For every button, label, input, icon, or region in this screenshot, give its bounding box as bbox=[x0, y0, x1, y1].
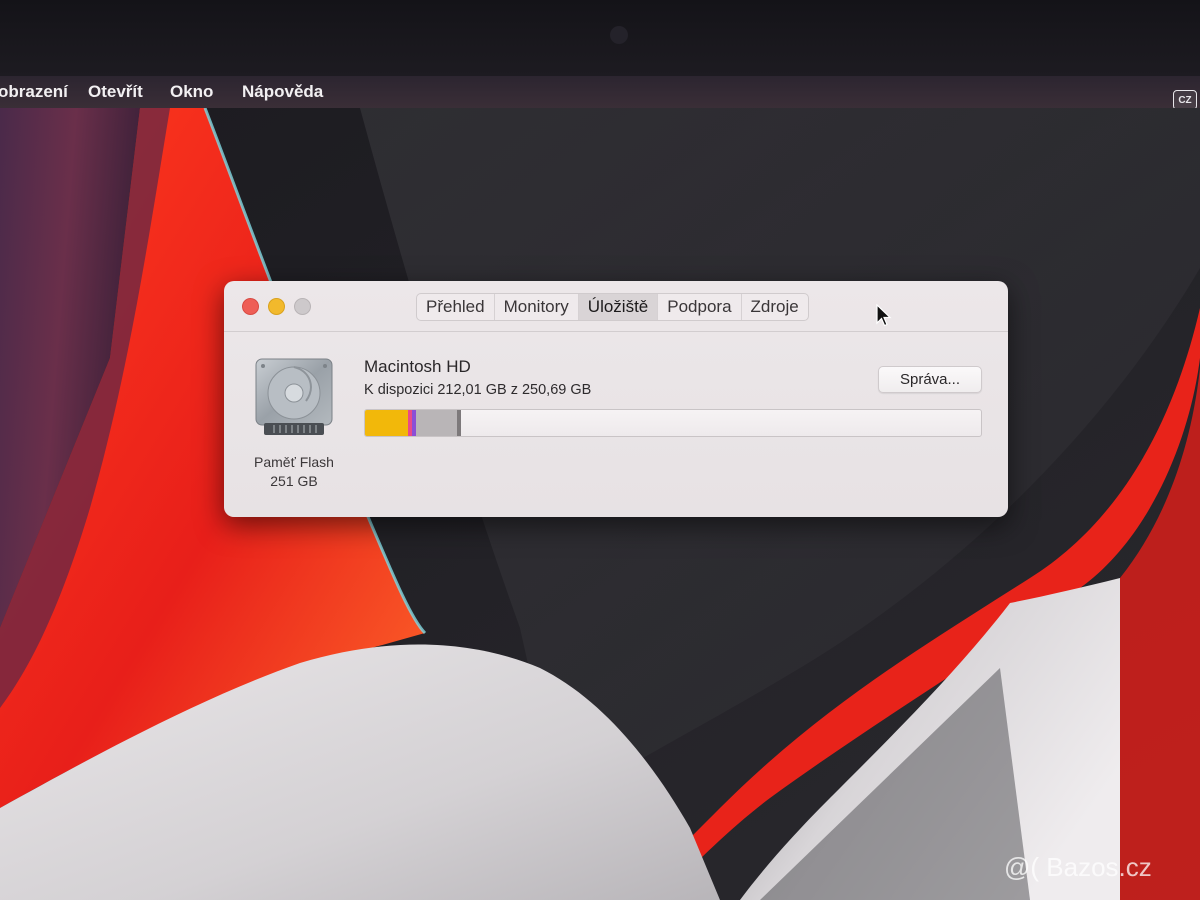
watermark: @( Bazos.cz bbox=[1004, 852, 1152, 882]
tab-support[interactable]: Podpora bbox=[658, 294, 742, 320]
menu-item-view[interactable]: obrazení bbox=[0, 82, 68, 102]
storage-segment-system[interactable] bbox=[416, 410, 457, 436]
manage-button[interactable]: Správa... bbox=[878, 366, 982, 393]
tab-storage[interactable]: Úložiště bbox=[578, 294, 659, 320]
tab-bar: Přehled Monitory Úložiště Podpora Zdroje bbox=[416, 293, 809, 321]
mouse-pointer-icon bbox=[876, 304, 892, 327]
hard-drive-icon bbox=[255, 358, 333, 435]
disk-type: Paměť Flash bbox=[254, 454, 334, 470]
menu-item-help[interactable]: Nápověda bbox=[242, 82, 323, 102]
storage-usage-bar[interactable] bbox=[364, 409, 982, 437]
input-source-badge[interactable]: CZ bbox=[1173, 90, 1197, 110]
menu-item-open[interactable]: Otevřít bbox=[88, 82, 143, 102]
zoom-button[interactable] bbox=[294, 298, 311, 315]
disk-capacity: 251 GB bbox=[270, 473, 318, 489]
tab-resources[interactable]: Zdroje bbox=[742, 294, 808, 320]
storage-segment-apps[interactable] bbox=[365, 410, 408, 436]
tab-displays[interactable]: Monitory bbox=[495, 294, 579, 320]
laptop-bezel bbox=[0, 0, 1200, 76]
screen: obrazení Otevřít Okno Nápověda CZ Přehle… bbox=[0, 0, 1200, 900]
camera bbox=[610, 26, 628, 44]
storage-segment-other-2[interactable] bbox=[457, 410, 461, 436]
close-button[interactable] bbox=[242, 298, 259, 315]
tab-overview[interactable]: Přehled bbox=[417, 294, 495, 320]
disk-type-label: Paměť Flash 251 GB bbox=[238, 453, 350, 491]
available-space-text: K dispozici 212,01 GB z 250,69 GB bbox=[364, 382, 592, 398]
volume-name: Macintosh HD bbox=[364, 357, 471, 376]
menu-bar: obrazení Otevřít Okno Nápověda bbox=[0, 76, 1200, 108]
menu-item-window[interactable]: Okno bbox=[170, 82, 213, 102]
minimize-button[interactable] bbox=[268, 298, 285, 315]
